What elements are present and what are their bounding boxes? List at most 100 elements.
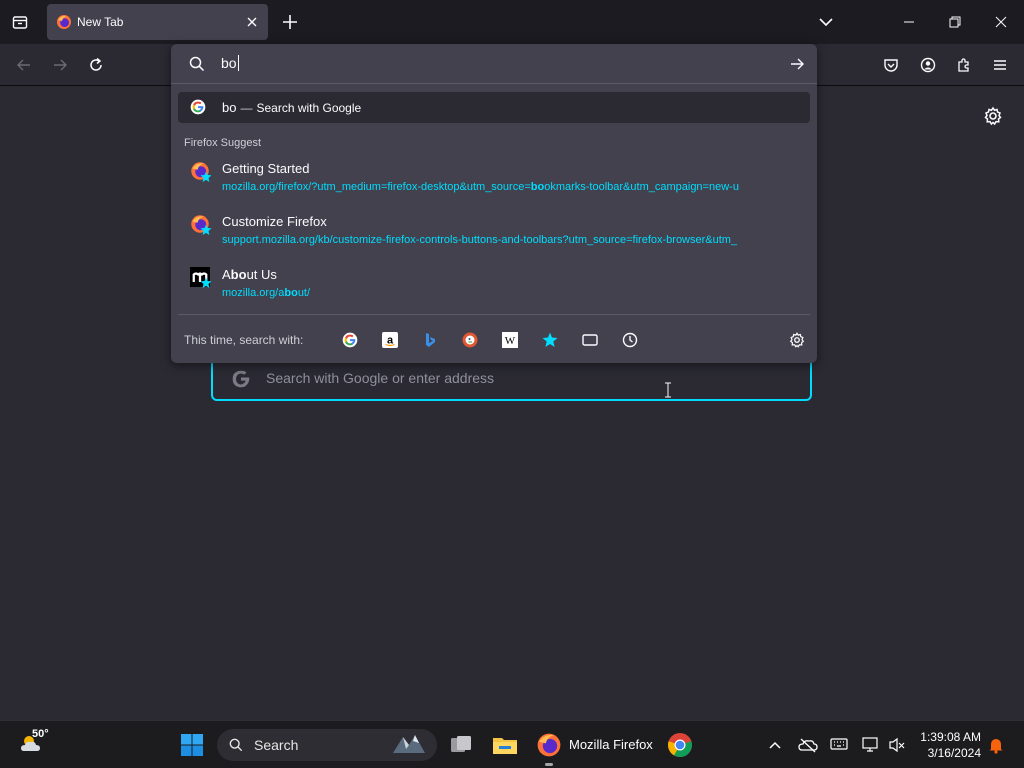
newtab-search-placeholder: Search with Google or enter address <box>266 370 495 386</box>
file-explorer-folder-icon <box>493 738 517 754</box>
suggestion-title: Getting Started <box>222 161 310 176</box>
onedrive-button[interactable] <box>798 737 818 758</box>
back-arrow-icon <box>17 59 30 71</box>
close-tab-icon[interactable] <box>244 14 260 30</box>
notifications-button[interactable] <box>988 736 1004 759</box>
one-off-wikipedia[interactable]: W <box>501 331 519 349</box>
one-off-tabs[interactable] <box>581 331 599 349</box>
bookmark-star-icon <box>200 277 212 288</box>
hamburger-menu-icon <box>994 60 1006 70</box>
one-off-amazon[interactable]: a <box>381 331 399 349</box>
restore-icon <box>949 16 961 28</box>
extensions-button[interactable] <box>952 53 976 77</box>
search-icon <box>229 738 243 752</box>
bing-icon <box>426 333 435 347</box>
chrome-icon <box>668 733 692 757</box>
suggestion-title: About Us <box>222 267 277 282</box>
list-all-tabs-chevron-icon[interactable] <box>814 10 838 34</box>
divider <box>178 314 810 315</box>
urlbar-popup: bo bo — Search with Google Firefox Suggest… <box>171 44 817 363</box>
history-clock-icon <box>622 332 638 348</box>
text-caret <box>237 55 239 71</box>
restore-button[interactable] <box>941 8 969 36</box>
taskbar-search-label: Search <box>254 737 299 753</box>
weather-temperature: 50° <box>32 728 49 740</box>
task-view-icon <box>451 736 471 752</box>
windows-logo-icon <box>181 734 203 756</box>
file-explorer-button[interactable] <box>492 733 518 762</box>
firefox-view-button[interactable] <box>8 10 32 34</box>
touch-keyboard-button[interactable] <box>830 737 848 756</box>
text-cursor-icon <box>665 382 671 398</box>
suggestion-url: mozilla.org/firefox/?utm_medium=firefox-… <box>222 181 739 193</box>
firefox-icon <box>57 15 71 29</box>
search-icon <box>189 56 205 72</box>
suggestion-url: support.mozilla.org/kb/customize-firefox… <box>222 234 738 246</box>
volume-button[interactable] <box>888 736 906 759</box>
firefox-taskbar-button[interactable] <box>536 732 562 763</box>
pocket-button[interactable] <box>879 53 903 77</box>
search-highlight-illustration-icon <box>393 735 425 753</box>
back-button[interactable] <box>12 53 36 77</box>
firefox-view-icon <box>12 16 28 29</box>
close-window-button[interactable] <box>987 8 1015 36</box>
search-with-google-row[interactable]: bo — Search with Google <box>178 92 810 123</box>
urlbar-input[interactable]: bo <box>221 55 239 71</box>
amazon-icon: a <box>382 332 398 348</box>
google-icon <box>342 332 358 348</box>
tab-title: New Tab <box>77 15 124 29</box>
minimize-icon <box>904 21 914 23</box>
task-view-button[interactable] <box>449 733 473 762</box>
one-off-search-label: This time, search with: <box>184 333 304 347</box>
svg-text:W: W <box>505 335 516 347</box>
new-tab-plus-icon[interactable] <box>279 10 301 34</box>
keyboard-icon <box>830 738 848 750</box>
tab-strip: New Tab <box>0 0 1024 44</box>
taskbar-clock[interactable]: 1:39:08 AM 3/16/2024 <box>920 729 981 761</box>
reload-button[interactable] <box>84 53 108 77</box>
account-icon <box>920 57 936 73</box>
volume-muted-icon <box>889 737 905 753</box>
search-settings-gear-icon[interactable] <box>788 331 806 349</box>
app-menu-button[interactable] <box>988 53 1012 77</box>
suggestion-row[interactable]: Getting Started mozilla.org/firefox/?utm… <box>171 161 817 211</box>
tabs-icon <box>582 334 598 346</box>
firefox-taskbar-label: Mozilla Firefox <box>569 737 653 752</box>
one-off-google[interactable] <box>341 331 359 349</box>
one-off-duckduckgo[interactable] <box>461 331 479 349</box>
suggestion-url: mozilla.org/about/ <box>222 287 311 299</box>
minimize-button[interactable] <box>895 8 923 36</box>
one-off-history[interactable] <box>621 331 639 349</box>
forward-button[interactable] <box>48 53 72 77</box>
network-monitor-icon <box>862 737 878 752</box>
network-button[interactable] <box>862 736 880 759</box>
one-off-bing[interactable] <box>421 331 439 349</box>
account-button[interactable] <box>916 53 940 77</box>
chrome-taskbar-button[interactable] <box>667 732 693 763</box>
duckduckgo-icon <box>462 332 478 348</box>
tab-new-tab[interactable]: New Tab <box>47 4 268 40</box>
start-button[interactable] <box>180 733 204 762</box>
bookmark-star-icon <box>200 224 212 235</box>
one-off-bookmarks[interactable] <box>541 331 559 349</box>
chevron-up-icon <box>769 741 781 749</box>
firefox-suggest-label: Firefox Suggest <box>184 137 262 149</box>
bookmarks-star-icon <box>542 332 558 347</box>
google-icon <box>232 370 250 388</box>
suggestion-title: Customize Firefox <box>222 214 327 229</box>
suggestion-row[interactable]: About Us mozilla.org/about/ <box>171 267 817 317</box>
go-arrow-icon[interactable] <box>789 56 805 72</box>
windows-taskbar: 50° Search Mozilla Firefox 1:39:08 AM 3/… <box>0 720 1024 768</box>
taskbar-search-box[interactable]: Search <box>217 729 437 761</box>
urlbar-input-row[interactable]: bo <box>171 44 817 84</box>
show-hidden-icons-button[interactable] <box>767 737 783 758</box>
active-app-indicator <box>545 763 553 766</box>
onedrive-cloud-offline-icon <box>798 738 818 753</box>
firefox-icon <box>537 733 561 757</box>
clock-time: 1:39:08 AM <box>920 730 981 744</box>
close-icon <box>995 16 1007 28</box>
customize-gear-icon[interactable] <box>981 104 1005 128</box>
newtab-search-box[interactable]: Search with Google or enter address <box>211 357 812 401</box>
notification-bell-icon <box>989 739 1003 754</box>
suggestion-row[interactable]: Customize Firefox support.mozilla.org/kb… <box>171 214 817 264</box>
